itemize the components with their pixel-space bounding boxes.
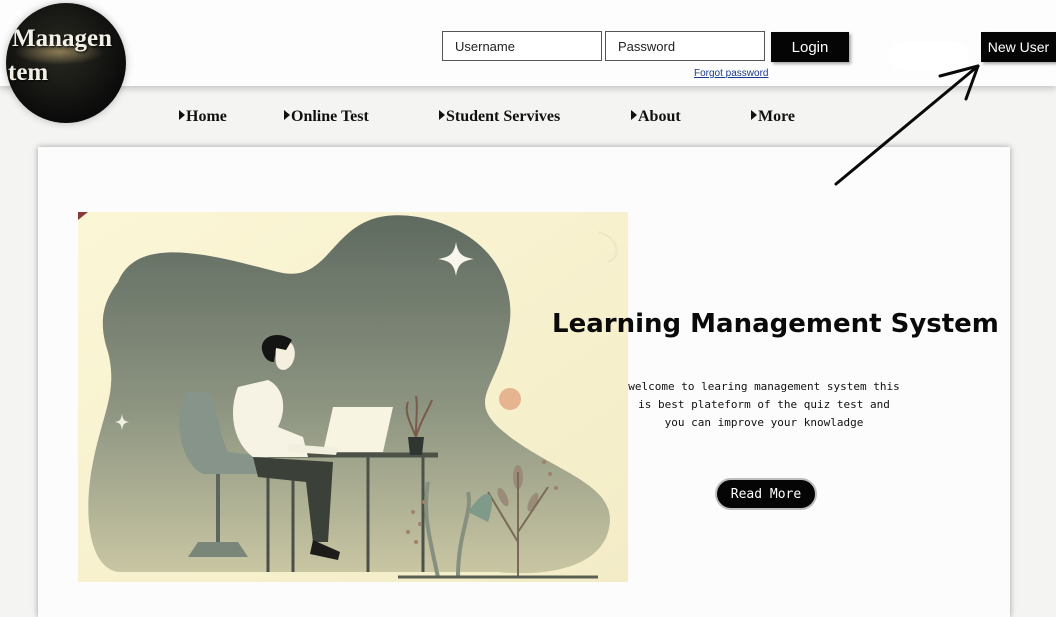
username-input[interactable] xyxy=(442,31,602,61)
nav-item-label: Student Servives xyxy=(446,108,561,125)
caret-right-icon xyxy=(284,110,290,120)
caret-right-icon xyxy=(179,110,185,120)
password-input[interactable] xyxy=(605,31,765,61)
hero-illustration xyxy=(78,212,628,582)
new-user-highlight xyxy=(889,42,969,70)
hero-title: Learning Management System xyxy=(552,309,999,339)
site-logo[interactable]: Managen tem xyxy=(6,3,126,123)
caret-right-icon xyxy=(439,110,445,120)
nav-item-label: Online Test xyxy=(291,108,369,125)
nav-item-label: Home xyxy=(186,108,227,125)
nav-item-label: More xyxy=(758,108,796,125)
read-more-button[interactable]: Read More xyxy=(715,478,817,510)
nav-item-online-test[interactable]: Online Test xyxy=(284,108,369,126)
caret-right-icon xyxy=(631,110,637,120)
logo-text-line-2: tem xyxy=(8,59,49,86)
hero-description-line: you can improve your knowladge xyxy=(664,416,864,429)
nav-item-label: About xyxy=(638,108,681,125)
hero-description: welcome to learing management system thi… xyxy=(614,378,914,432)
new-user-button[interactable]: New User xyxy=(981,32,1056,62)
logo-text-line-1: Managen xyxy=(12,25,112,52)
hero-description-line: is best plateform of the quiz test and xyxy=(638,398,890,411)
nav-item-about[interactable]: About xyxy=(631,108,681,126)
nav-item-more[interactable]: More xyxy=(751,108,795,126)
login-button[interactable]: Login xyxy=(771,32,849,62)
hero-description-line: welcome to learing management system thi… xyxy=(628,380,900,393)
caret-right-icon xyxy=(751,110,757,120)
forgot-password-link[interactable]: Forgot password xyxy=(694,68,768,79)
nav-item-student-services[interactable]: Student Servives xyxy=(439,108,560,126)
nav-item-home[interactable]: Home xyxy=(179,108,227,126)
